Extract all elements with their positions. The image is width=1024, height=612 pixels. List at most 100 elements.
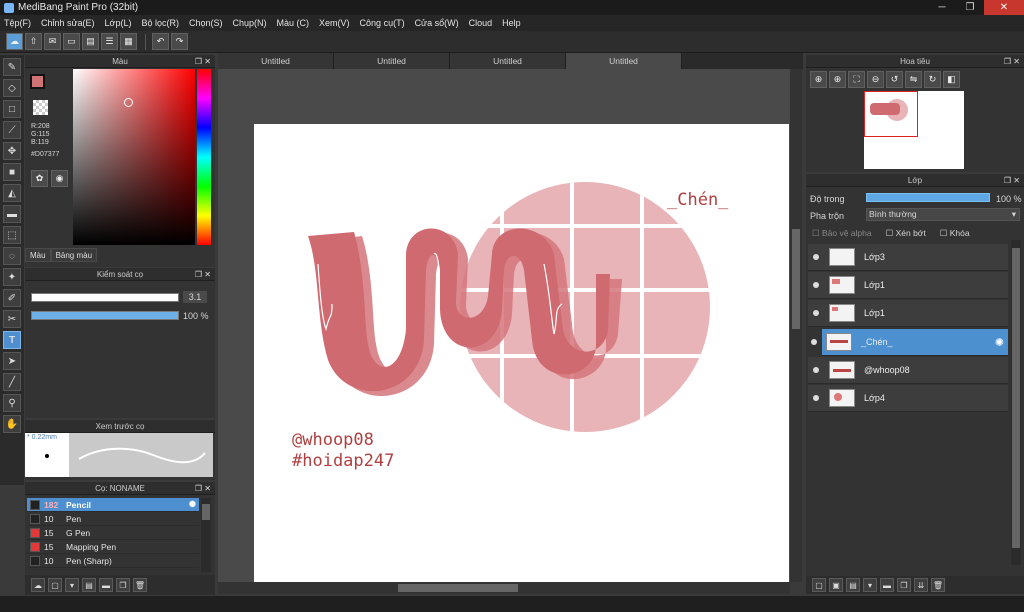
zoom-in-2-icon[interactable]: ⊕ bbox=[829, 71, 846, 88]
add-layer-menu-icon[interactable]: ▾ bbox=[863, 578, 877, 592]
layer-row[interactable]: Lớp3 bbox=[808, 244, 1008, 271]
reset-view-icon[interactable]: ◧ bbox=[943, 71, 960, 88]
maximize-button[interactable]: ❐ bbox=[956, 0, 984, 15]
color-picker-icon[interactable]: ◉ bbox=[51, 170, 68, 187]
eye-icon[interactable] bbox=[813, 282, 819, 288]
eye-icon[interactable] bbox=[813, 310, 819, 316]
menu-cloud[interactable]: Cloud bbox=[469, 18, 493, 28]
layer-row[interactable]: Lớp4 bbox=[808, 385, 1008, 412]
duplicate-icon[interactable]: ❐ bbox=[116, 578, 130, 592]
folder-icon[interactable]: ▬ bbox=[880, 578, 894, 592]
document-icon[interactable]: ▤ bbox=[82, 33, 99, 50]
hand-tool-icon[interactable]: ✋ bbox=[3, 415, 21, 433]
eyedropper-tool-icon[interactable]: ⚲ bbox=[3, 394, 21, 412]
tab-document-1[interactable]: Untitled bbox=[218, 53, 334, 69]
list-icon[interactable]: ☰ bbox=[101, 33, 118, 50]
layer-row[interactable]: Lớp1 bbox=[808, 300, 1008, 327]
brush-opacity-slider[interactable] bbox=[31, 311, 179, 320]
menu-view[interactable]: Xem(V) bbox=[319, 18, 350, 28]
bucket-tool-icon[interactable]: ◭ bbox=[3, 184, 21, 202]
upload-icon[interactable]: ⇧ bbox=[25, 33, 42, 50]
hue-slider[interactable] bbox=[197, 69, 211, 245]
menu-tools[interactable]: Công cụ(T) bbox=[360, 18, 405, 28]
gradient-tool-icon[interactable]: ▬ bbox=[3, 205, 21, 223]
tab-color[interactable]: Màu bbox=[25, 248, 51, 262]
layer-row[interactable]: Lớp1 bbox=[808, 272, 1008, 299]
navigator-viewport[interactable] bbox=[864, 91, 918, 137]
fit-icon[interactable]: ⛶ bbox=[848, 71, 865, 88]
panel-close-icon[interactable]: ❐ ✕ bbox=[1004, 55, 1020, 68]
saturation-value-picker[interactable] bbox=[73, 69, 195, 245]
menu-edit[interactable]: Chỉnh sửa(E) bbox=[41, 18, 95, 28]
rotate-left-icon[interactable]: ↺ bbox=[886, 71, 903, 88]
eye-icon[interactable] bbox=[813, 254, 819, 260]
duplicate-layer-icon[interactable]: ❐ bbox=[897, 578, 911, 592]
delete-icon[interactable]: 🗑 bbox=[133, 578, 147, 592]
menu-layer[interactable]: Lớp(L) bbox=[105, 18, 132, 28]
undo-icon[interactable]: ↶ bbox=[152, 33, 169, 50]
line-tool-icon[interactable]: ⟋ bbox=[3, 121, 21, 139]
palette-icon[interactable]: ✿ bbox=[31, 170, 48, 187]
clipping-checkbox[interactable]: ☐ Xén bớt bbox=[886, 228, 926, 239]
brush-item-mapping-pen[interactable]: 15 Mapping Pen bbox=[27, 540, 199, 554]
layer-row[interactable]: @whoop08 bbox=[808, 357, 1008, 384]
select-pen-tool-icon[interactable]: ✐ bbox=[3, 289, 21, 307]
lock-checkbox[interactable]: ☐ Khóa bbox=[940, 228, 970, 239]
brush-item-g-pen[interactable]: 15 G Pen bbox=[27, 526, 199, 540]
gear-icon[interactable]: ✺ bbox=[995, 336, 1004, 349]
layer-opacity-slider[interactable] bbox=[866, 193, 990, 202]
chat-icon[interactable]: ▭ bbox=[63, 33, 80, 50]
eraser-tool-icon[interactable]: ◇ bbox=[3, 79, 21, 97]
add-brush-icon[interactable]: ▾ bbox=[65, 578, 79, 592]
panel-close-icon[interactable]: ❐ ✕ bbox=[195, 55, 211, 68]
eye-icon[interactable] bbox=[813, 367, 819, 373]
divide-tool-icon[interactable]: ╱ bbox=[3, 373, 21, 391]
drawing-canvas[interactable]: _Chén_ @whoop08 #hoidap247 bbox=[254, 124, 789, 583]
primary-color-swatch[interactable] bbox=[30, 74, 45, 89]
folder-icon[interactable]: ▬ bbox=[99, 578, 113, 592]
brush-size-slider[interactable] bbox=[31, 293, 179, 302]
canvas-horizontal-scrollbar[interactable] bbox=[218, 582, 790, 594]
lasso-tool-icon[interactable]: ◌ bbox=[3, 247, 21, 265]
comment-icon[interactable]: ✉ bbox=[44, 33, 61, 50]
panel-close-icon[interactable]: ❐ ✕ bbox=[1004, 174, 1020, 187]
zoom-in-icon[interactable]: ⊕ bbox=[810, 71, 827, 88]
delete-layer-icon[interactable]: 🗑 bbox=[931, 578, 945, 592]
tab-document-4[interactable]: Untitled bbox=[566, 53, 682, 69]
new-8bit-layer-icon[interactable]: ▣ bbox=[829, 578, 843, 592]
select-tool-icon[interactable]: ⬚ bbox=[3, 226, 21, 244]
redo-icon[interactable]: ↷ bbox=[171, 33, 188, 50]
panel-close-icon[interactable]: ❐ ✕ bbox=[195, 482, 211, 495]
operation-tool-icon[interactable]: ➤ bbox=[3, 352, 21, 370]
brush-item-pen[interactable]: 10 Pen bbox=[27, 512, 199, 526]
cloud-download-icon[interactable]: ☁ bbox=[31, 578, 45, 592]
tab-document-3[interactable]: Untitled bbox=[450, 53, 566, 69]
new-layer-icon[interactable]: ▢ bbox=[812, 578, 826, 592]
menu-help[interactable]: Help bbox=[502, 18, 521, 28]
new-1bit-layer-icon[interactable]: ▤ bbox=[846, 578, 860, 592]
menu-window[interactable]: Cửa sổ(W) bbox=[415, 18, 459, 28]
menu-color[interactable]: Màu (C) bbox=[277, 18, 310, 28]
merge-down-icon[interactable]: ⇊ bbox=[914, 578, 928, 592]
gear-icon[interactable]: ✺ bbox=[189, 499, 196, 510]
grid-icon[interactable]: ▦ bbox=[120, 33, 137, 50]
panel-close-icon[interactable]: ❐ ✕ bbox=[195, 268, 211, 281]
menu-select[interactable]: Chọn(S) bbox=[189, 18, 223, 28]
layer-row-selected[interactable]: _Chén_ ✺ bbox=[811, 329, 1008, 356]
transparent-color-swatch[interactable] bbox=[33, 100, 48, 115]
tab-document-2[interactable]: Untitled bbox=[334, 53, 450, 69]
navigator-thumbnail[interactable] bbox=[864, 91, 964, 169]
menu-filter[interactable]: Bộ lọc(R) bbox=[141, 18, 179, 28]
fill-rect-tool-icon[interactable]: ■ bbox=[3, 163, 21, 181]
move-tool-icon[interactable]: ✥ bbox=[3, 142, 21, 160]
blend-mode-select[interactable]: Bình thường ▾ bbox=[866, 208, 1020, 221]
menu-snap[interactable]: Chụp(N) bbox=[233, 18, 267, 28]
minimize-button[interactable]: ─ bbox=[928, 0, 956, 15]
new-brush-icon[interactable]: ▢ bbox=[48, 578, 62, 592]
eye-icon[interactable] bbox=[813, 395, 819, 401]
eye-icon[interactable] bbox=[811, 339, 817, 345]
rectangle-tool-icon[interactable]: □ bbox=[3, 100, 21, 118]
protect-alpha-checkbox[interactable]: ☐ Bảo vệ alpha bbox=[812, 228, 872, 239]
brush-item-pencil[interactable]: 182 Pencil ✺ bbox=[27, 498, 199, 512]
brush-settings-icon[interactable]: ▤ bbox=[82, 578, 96, 592]
